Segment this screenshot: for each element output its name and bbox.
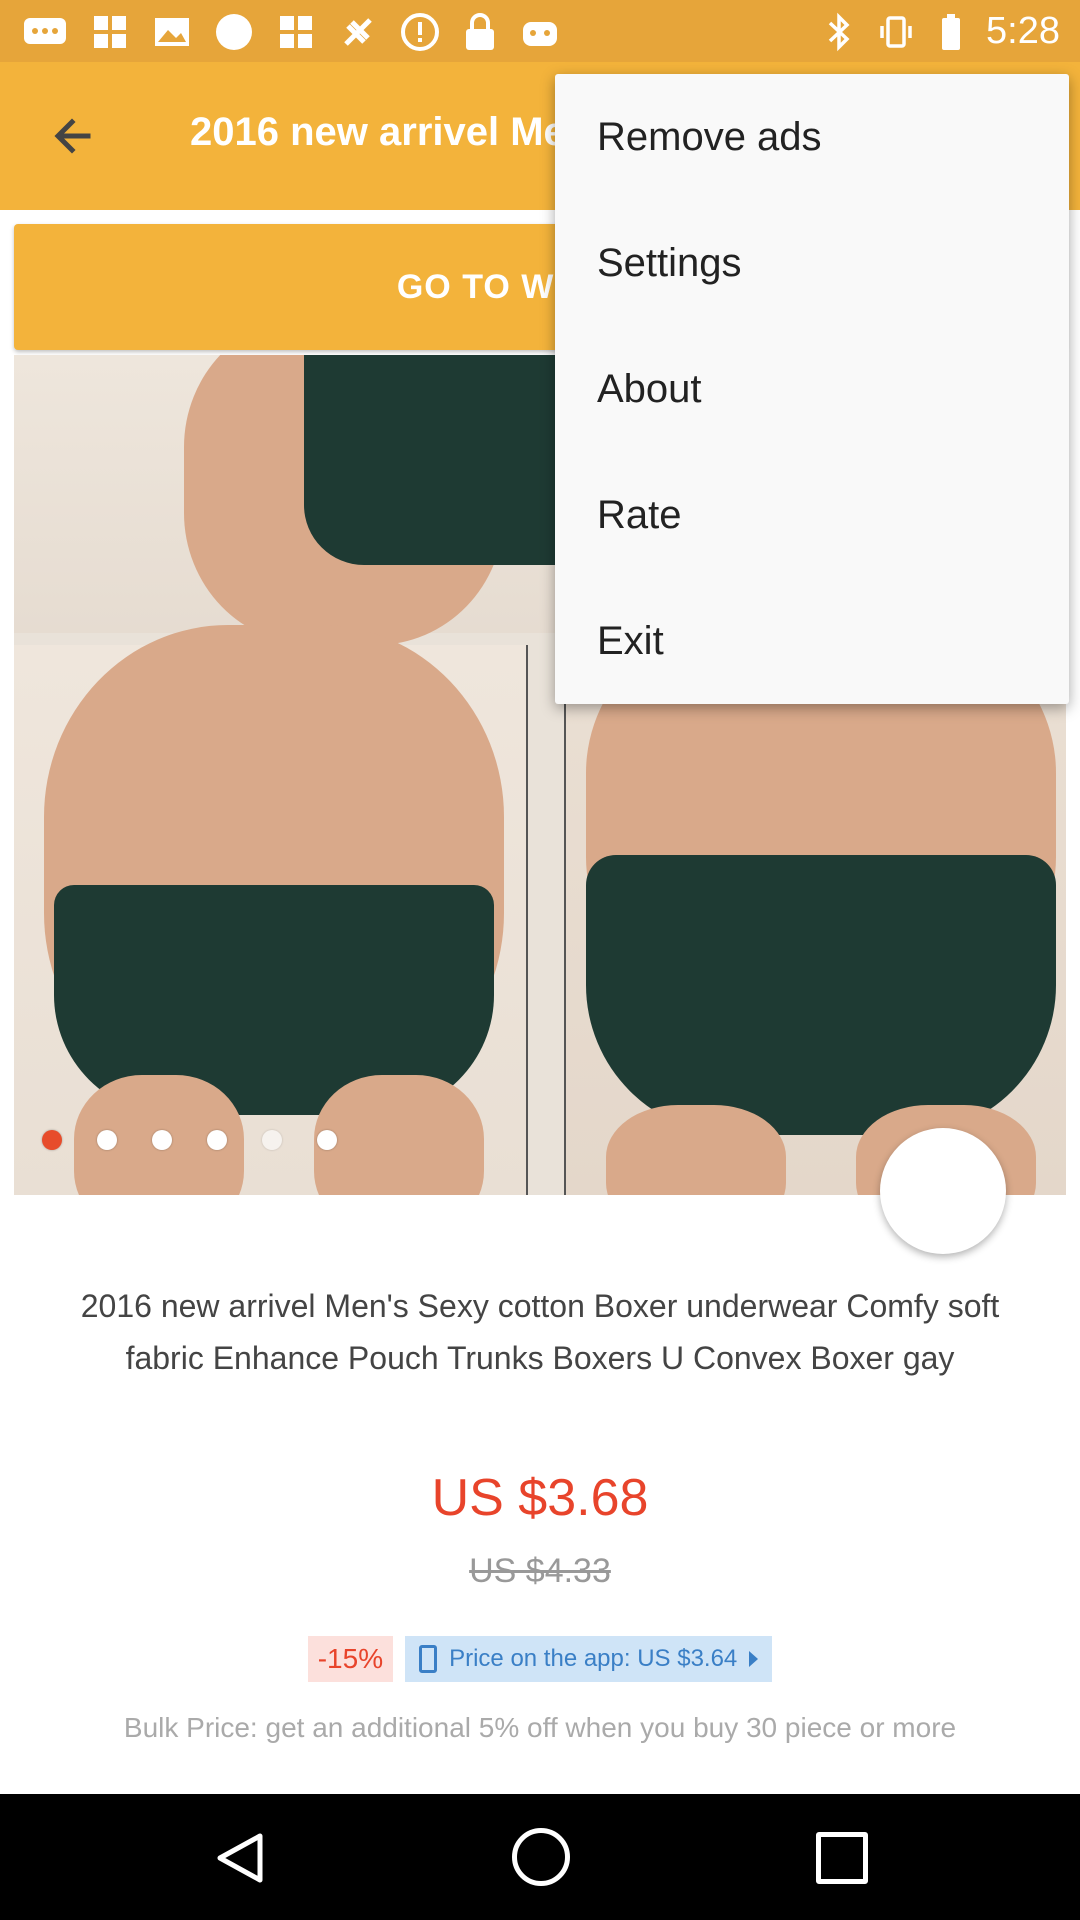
caret-right-icon — [749, 1651, 759, 1667]
messages-icon — [24, 18, 66, 44]
recents-square-icon[interactable] — [816, 1832, 868, 1884]
carousel-dot[interactable] — [97, 1130, 117, 1150]
carousel-dot[interactable] — [262, 1130, 282, 1150]
satellite-icon — [344, 18, 372, 46]
product-photo-front — [14, 625, 528, 1195]
android-icon — [523, 22, 557, 46]
arrow-left-icon[interactable] — [40, 102, 108, 170]
menu-item-remove-ads[interactable]: Remove ads — [555, 74, 1069, 200]
menu-item-label: Rate — [597, 492, 682, 537]
menu-item-label: Remove ads — [597, 114, 822, 159]
bluetooth-icon — [828, 12, 850, 51]
back-triangle-icon[interactable] — [212, 1830, 268, 1886]
price-badges: -15% Price on the app: US $3.64 — [0, 1636, 1080, 1682]
status-time: 5:28 — [986, 10, 1060, 52]
app-price-label: Price on the app: US $3.64 — [449, 1645, 738, 1672]
menu-item-rate[interactable]: Rate — [555, 452, 1069, 578]
navigation-bar — [0, 1794, 1080, 1920]
circle-icon — [216, 14, 252, 50]
discount-badge: -15% — [307, 1636, 394, 1682]
home-circle-icon[interactable] — [512, 1828, 570, 1886]
carousel-dot[interactable] — [152, 1130, 172, 1150]
product-photo-back — [564, 605, 1066, 1195]
status-icons-right: 5:28 — [826, 10, 1060, 53]
menu-item-label: About — [597, 366, 702, 411]
status-icons-left — [22, 12, 560, 52]
alert-icon — [401, 13, 439, 51]
floating-action-button[interactable] — [880, 1128, 1006, 1254]
menu-item-label: Settings — [597, 240, 742, 285]
carousel-dots — [42, 1130, 337, 1150]
vibrate-icon — [880, 15, 912, 48]
status-bar: 5:28 — [0, 0, 1080, 62]
carousel-dot[interactable] — [42, 1130, 62, 1150]
product-price: US $3.68 — [431, 1469, 649, 1527]
app-price-badge[interactable]: Price on the app: US $3.64 — [405, 1636, 773, 1682]
menu-item-exit[interactable]: Exit — [555, 578, 1069, 704]
product-title: 2016 new arrivel Men's Sexy cotton Boxer… — [80, 1288, 1000, 1376]
menu-item-label: Exit — [597, 618, 664, 663]
bulk-price-note: Bulk Price: get an additional 5% off whe… — [123, 1712, 957, 1743]
pinwheel-icon — [94, 16, 126, 48]
lock-icon — [466, 13, 494, 50]
phone-icon — [419, 1645, 438, 1673]
overflow-menu: Remove ads Settings About Rate Exit — [555, 74, 1069, 704]
menu-item-about[interactable]: About — [555, 326, 1069, 452]
battery-icon — [942, 13, 961, 50]
pinwheel-icon — [280, 16, 312, 48]
photo-icon — [155, 18, 189, 46]
discount-label: -15% — [317, 1643, 384, 1674]
carousel-dot[interactable] — [207, 1130, 227, 1150]
carousel-dot[interactable] — [317, 1130, 337, 1150]
menu-item-settings[interactable]: Settings — [555, 200, 1069, 326]
product-old-price: US $4.33 — [469, 1552, 611, 1590]
